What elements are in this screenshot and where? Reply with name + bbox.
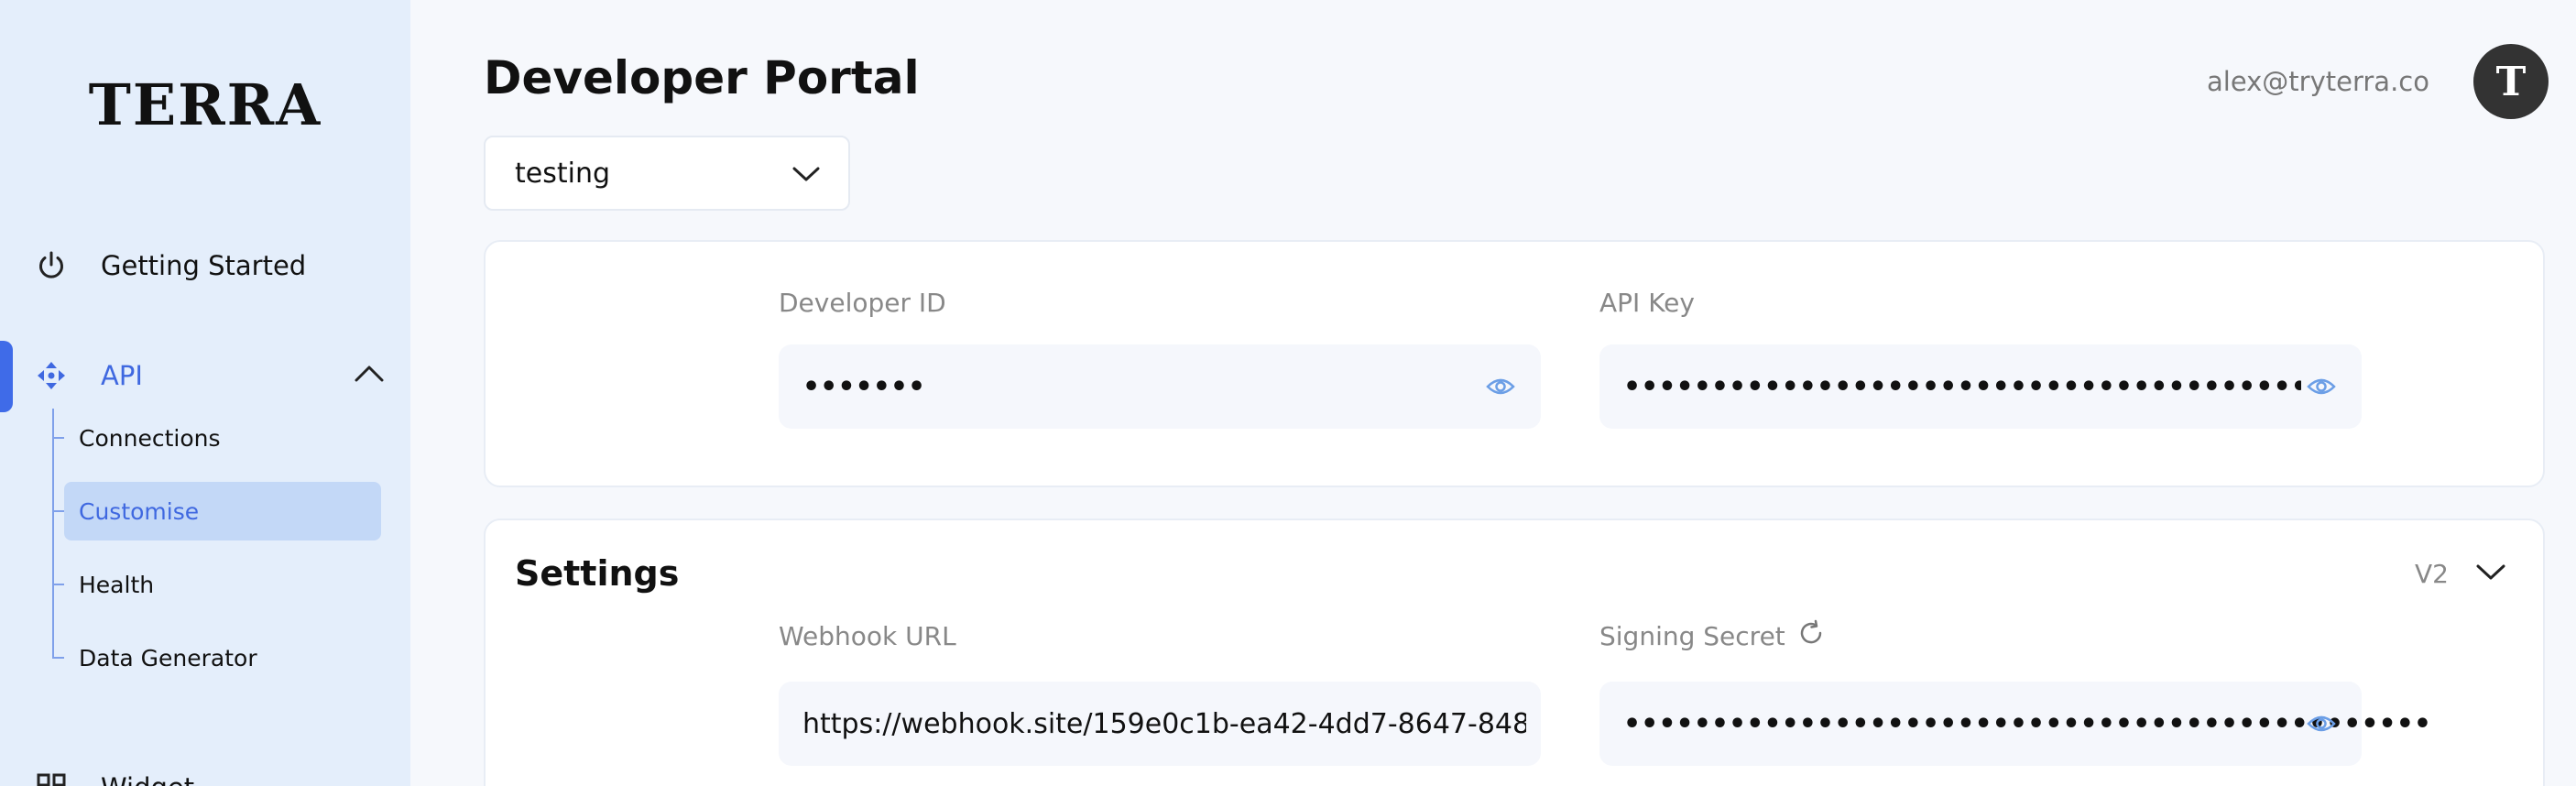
api-key-field[interactable]: ••••••••••••••••••••••••••••••••••••••••… <box>1599 344 2362 429</box>
avatar[interactable]: T <box>2473 44 2549 119</box>
settings-title: Settings <box>515 553 680 594</box>
tree-tick <box>52 584 64 585</box>
app-root: TERRA Getting Started API Connections Cu… <box>0 0 2576 786</box>
developer-id-field[interactable]: ••••••• <box>779 344 1541 429</box>
sidebar-subitem-label: Data Generator <box>79 644 257 671</box>
eye-icon[interactable] <box>2307 712 2336 736</box>
sidebar-subitem-connections[interactable]: Connections <box>52 409 381 467</box>
eye-icon[interactable] <box>2307 375 2336 398</box>
developer-id-value: ••••••• <box>802 370 926 403</box>
chevron-down-icon[interactable] <box>2475 561 2506 583</box>
tree-line <box>52 409 54 658</box>
sidebar-item-api[interactable]: API <box>0 339 410 412</box>
chevron-down-icon <box>791 163 821 185</box>
webhook-url-label: Webhook URL <box>779 621 956 651</box>
developer-id-label: Developer ID <box>779 288 946 318</box>
credentials-card: Developer ID ••••••• API Key •••••••••••… <box>484 240 2545 487</box>
logo: TERRA <box>88 71 322 138</box>
move-arrows-icon <box>35 359 68 392</box>
settings-card: Settings V2 Webhook URL https://webhook.… <box>484 519 2545 786</box>
environment-select-value: testing <box>515 157 611 190</box>
sidebar-subitem-data-generator[interactable]: Data Generator <box>52 628 381 687</box>
tree-tick <box>52 510 64 512</box>
webhook-url-field[interactable]: https://webhook.site/159e0c1b-ea42-4dd7-… <box>779 682 1541 766</box>
sidebar-item-label: Getting Started <box>101 250 307 281</box>
user-email: alex@tryterra.co <box>2206 66 2429 97</box>
refresh-icon[interactable] <box>1797 619 1825 647</box>
grid-icon <box>35 771 68 786</box>
api-key-label: API Key <box>1599 288 1695 318</box>
tree-tick <box>52 437 64 439</box>
page-title: Developer Portal <box>484 51 920 104</box>
power-icon <box>35 249 68 282</box>
sidebar-subitem-label: Customise <box>79 497 200 525</box>
signing-secret-field[interactable]: ••••••••••••••••••••••••••••••••••••••••… <box>1599 682 2431 766</box>
sidebar-item-label: Widget <box>101 772 194 786</box>
sidebar: TERRA Getting Started API Connections Cu… <box>0 0 410 786</box>
api-key-value: ••••••••••••••••••••••••••••••••••••••••… <box>1623 370 2301 403</box>
webhook-url-value: https://webhook.site/159e0c1b-ea42-4dd7-… <box>802 707 1526 740</box>
chevron-up-icon[interactable] <box>354 361 385 385</box>
sidebar-subitem-label: Connections <box>79 424 221 452</box>
sidebar-item-label: API <box>101 360 143 391</box>
sidebar-subitem-health[interactable]: Health <box>52 555 381 614</box>
eye-icon[interactable] <box>1486 375 1515 398</box>
sidebar-item-getting-started[interactable]: Getting Started <box>0 229 410 302</box>
signing-secret-label: Signing Secret <box>1599 621 1785 651</box>
version-label[interactable]: V2 <box>2415 559 2449 589</box>
sidebar-subitem-customise[interactable]: Customise <box>52 482 381 540</box>
sidebar-item-widget[interactable]: Widget <box>0 751 410 786</box>
environment-select[interactable]: testing <box>484 136 850 211</box>
tree-tick <box>52 657 64 659</box>
sidebar-subitem-label: Health <box>79 571 155 598</box>
